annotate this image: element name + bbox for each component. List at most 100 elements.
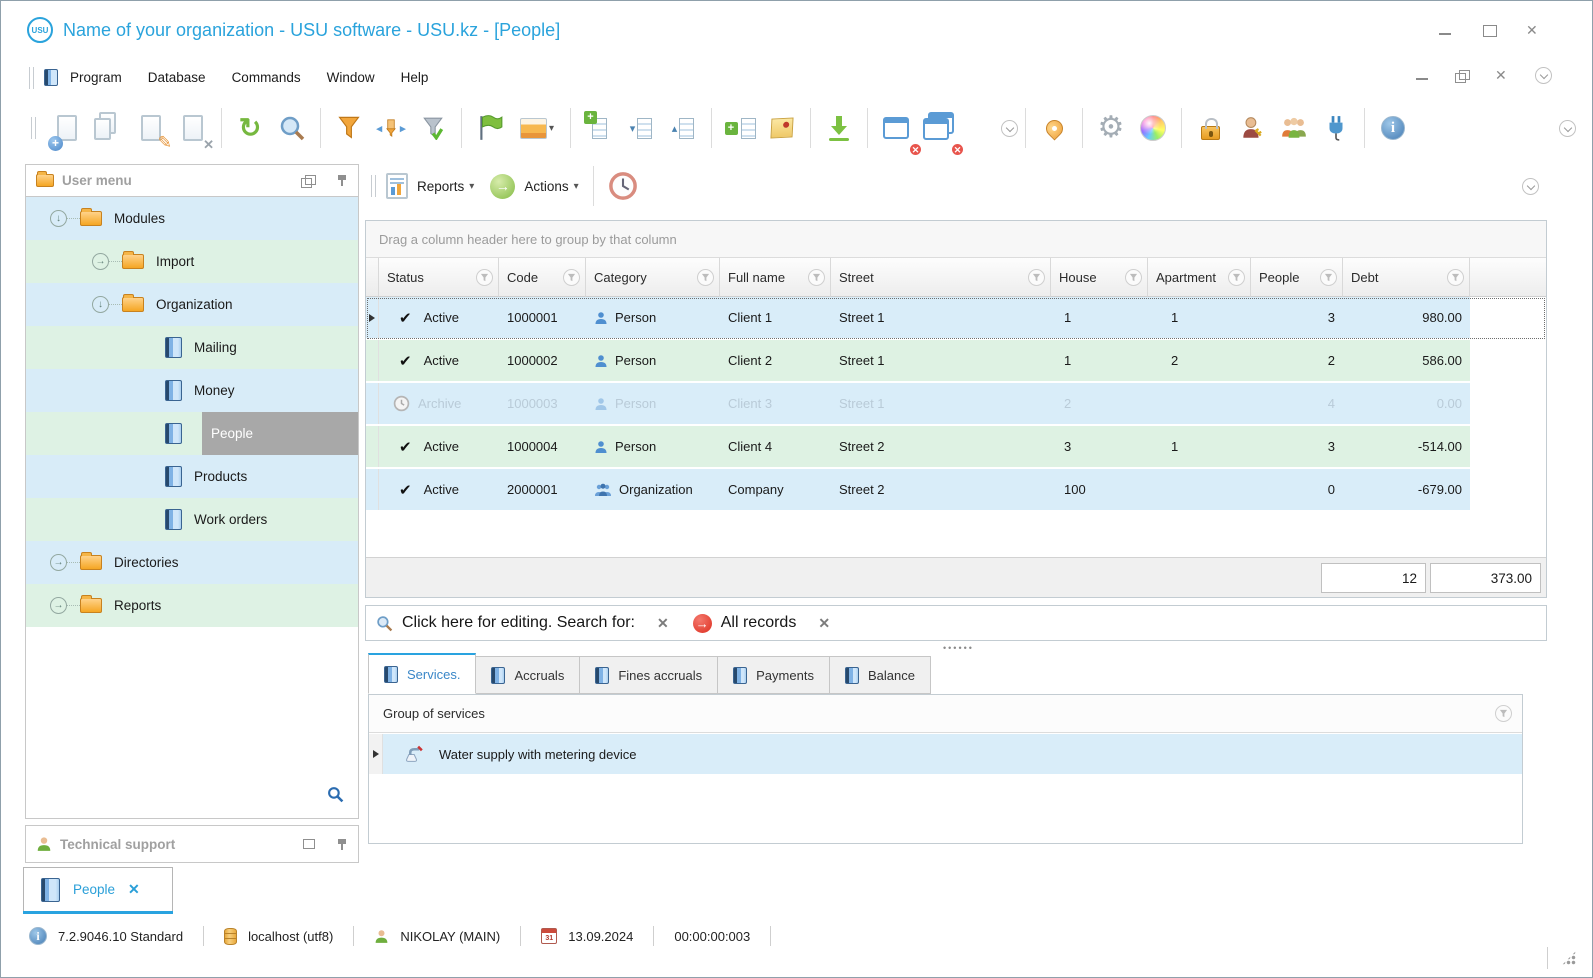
users-group-icon[interactable] <box>1273 105 1315 151</box>
filter-funnel-icon[interactable] <box>476 268 493 286</box>
toolbar-grip-2[interactable] <box>31 117 36 139</box>
tab-accruals[interactable]: Accruals <box>476 656 581 694</box>
toolbar-grip[interactable] <box>29 66 34 89</box>
clear-search-icon[interactable]: ✕ <box>657 615 669 632</box>
filter-funnel-icon[interactable] <box>1028 268 1045 286</box>
filter-funnel-icon[interactable] <box>808 268 825 286</box>
grid-row-company[interactable]: Active 2000001 Organization Company Stre… <box>366 469 1546 512</box>
panel-chevron-icon[interactable] <box>1522 178 1539 195</box>
filter-icon[interactable] <box>328 105 370 151</box>
sidebar-item-work-orders[interactable]: Work orders <box>26 498 358 541</box>
reports-button[interactable]: Reports <box>417 179 464 194</box>
actions-button[interactable]: Actions <box>524 179 568 194</box>
new-record-icon[interactable]: + <box>46 105 88 151</box>
column-header-code[interactable]: Code <box>499 258 586 297</box>
grid-row-client-1[interactable]: Active 1000001 Person Client 1 Street 1 … <box>366 297 1546 340</box>
filter-columns-icon[interactable]: ◂ ▸ <box>370 105 412 151</box>
grid-row-client-2[interactable]: Active 1000002 Person Client 2 Street 1 … <box>366 340 1546 383</box>
grid-row-client-3[interactable]: Archive 1000003 Person Client 3 Street 1… <box>366 383 1546 426</box>
mdi-minimize-icon[interactable] <box>1415 70 1429 82</box>
column-header-status[interactable]: Status <box>379 258 499 297</box>
reports-caret-icon[interactable]: ▾ <box>469 181 474 192</box>
sidebar-item-directories[interactable]: → Directories <box>26 541 358 584</box>
filter-funnel-icon[interactable] <box>1495 705 1512 722</box>
info-icon[interactable]: i <box>1372 105 1414 151</box>
filter-funnel-icon[interactable] <box>1320 268 1337 286</box>
sidebar-item-organization[interactable]: ↓ Organization <box>26 283 358 326</box>
sidebar-item-people[interactable]: People <box>26 412 358 455</box>
add-table-icon[interactable]: + <box>719 105 761 151</box>
location-pin-icon[interactable] <box>1033 105 1075 151</box>
column-header-debt[interactable]: Debt <box>1343 258 1470 297</box>
menu-database[interactable]: Database <box>148 70 206 85</box>
menu-program[interactable]: Program <box>70 70 122 85</box>
collapse-expander-icon[interactable]: ↓ <box>92 296 109 313</box>
expand-tree-icon[interactable]: ▾ <box>620 105 662 151</box>
delete-record-icon[interactable]: ✕ <box>172 105 214 152</box>
expand-expander-icon[interactable]: → <box>50 597 67 614</box>
tab-balance[interactable]: Balance <box>829 656 931 694</box>
filter-funnel-icon[interactable] <box>1228 268 1245 286</box>
user-permissions-icon[interactable] <box>1231 105 1273 151</box>
column-header-full-name[interactable]: Full name <box>720 258 831 297</box>
search-edit-hint[interactable]: Click here for editing. Search for: <box>402 614 635 632</box>
toolbar-expand-chevron-icon[interactable] <box>1559 119 1576 137</box>
technical-support-bar[interactable]: Technical support <box>25 825 359 863</box>
grid-settings-icon[interactable]: + <box>578 105 620 151</box>
sidebar-item-reports[interactable]: → Reports <box>26 584 358 627</box>
filter-funnel-icon[interactable] <box>697 268 714 286</box>
actions-caret-icon[interactable]: ▾ <box>574 181 579 192</box>
maximize-panel-icon[interactable] <box>303 839 315 849</box>
panel-toolbar-grip[interactable] <box>371 175 376 197</box>
column-header-people[interactable]: People <box>1251 258 1343 297</box>
sidebar-item-modules[interactable]: ↓ Modules <box>26 197 358 240</box>
close-icon[interactable] <box>1526 22 1540 39</box>
tab-services[interactable]: Services. <box>368 653 477 694</box>
tab-fines-accruals[interactable]: Fines accruals <box>580 656 719 694</box>
sidebar-item-import[interactable]: → Import <box>26 240 358 283</box>
tab-payments[interactable]: Payments <box>718 656 830 694</box>
services-column-header[interactable]: Group of services <box>369 695 1522 733</box>
clear-filter-icon[interactable]: ✕ <box>818 615 830 632</box>
maximize-icon[interactable] <box>1482 25 1497 37</box>
mdi-restore-icon[interactable] <box>1455 69 1470 83</box>
group-by-panel[interactable]: Drag a column header here to group by th… <box>366 221 1546 258</box>
search-icon[interactable] <box>271 105 313 151</box>
menubar-chevron-icon[interactable] <box>1535 67 1552 84</box>
close-window-icon[interactable]: ✕ <box>875 105 923 157</box>
pin-icon[interactable] <box>337 838 348 851</box>
column-header-street[interactable]: Street <box>831 258 1051 297</box>
sidebar-item-mailing[interactable]: Mailing <box>26 326 358 369</box>
collapse-tree-icon[interactable]: ▴ <box>662 105 704 151</box>
notes-icon[interactable] <box>761 105 803 151</box>
sidebar-item-products[interactable]: Products <box>26 455 358 498</box>
filter-apply-icon[interactable] <box>412 105 454 151</box>
sidebar-item-money[interactable]: Money <box>26 369 358 412</box>
clock-icon[interactable] <box>608 171 638 201</box>
splitter-handle[interactable]: •••••• <box>943 643 974 653</box>
filter-funnel-icon[interactable] <box>1447 268 1464 286</box>
active-filter-label[interactable]: All records <box>721 614 797 632</box>
refresh-icon[interactable]: ↻ <box>229 105 271 151</box>
mdi-close-icon[interactable] <box>1495 67 1509 84</box>
tree-search-icon[interactable] <box>327 786 344 808</box>
column-header-apartment[interactable]: Apartment <box>1148 258 1251 297</box>
filter-funnel-icon[interactable] <box>1125 268 1142 286</box>
flag-icon[interactable] <box>469 105 511 151</box>
edit-record-icon[interactable]: ✎ <box>130 105 172 152</box>
search-filter-bar[interactable]: Click here for editing. Search for: ✕ → … <box>365 605 1547 641</box>
collapse-expander-icon[interactable]: ↓ <box>50 210 67 227</box>
pin-icon[interactable] <box>337 174 348 187</box>
expand-expander-icon[interactable]: → <box>50 554 67 571</box>
tab-close-icon[interactable]: ✕ <box>128 881 140 898</box>
services-row-water-supply[interactable]: Water supply with metering device <box>369 733 1522 776</box>
menu-commands[interactable]: Commands <box>232 70 301 85</box>
grid-row-client-4[interactable]: Active 1000004 Person Client 4 Street 2 … <box>366 426 1546 469</box>
copy-record-icon[interactable] <box>88 105 130 151</box>
close-all-windows-icon[interactable]: ✕ <box>917 105 965 157</box>
document-tab-people[interactable]: People ✕ <box>23 867 173 911</box>
float-panel-icon[interactable] <box>301 174 316 188</box>
image-view-icon[interactable]: ▾ <box>511 105 563 151</box>
toolbar-collapse-chevron-icon[interactable] <box>1001 119 1018 137</box>
column-header-category[interactable]: Category <box>586 258 720 297</box>
